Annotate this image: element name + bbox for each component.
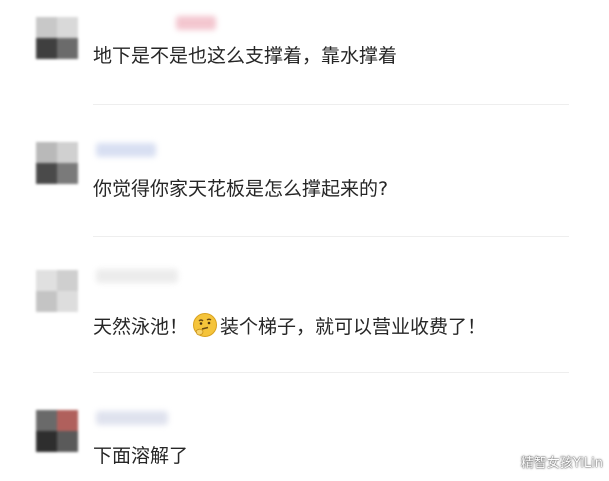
avatar[interactable] bbox=[36, 410, 78, 452]
comment-text: 下面溶解了 bbox=[93, 445, 189, 467]
username-blurred[interactable] bbox=[176, 16, 216, 30]
comment-text-before: 天然泳池！ bbox=[93, 316, 189, 338]
comment-text: 你觉得你家天花板是怎么撑起来的? bbox=[93, 178, 389, 200]
comment-text: 天然泳池！ 装个梯子，就可以营业收费了！ bbox=[93, 312, 486, 338]
username-blurred[interactable] bbox=[96, 269, 178, 283]
watermark: 精智女孩YiLin bbox=[520, 456, 603, 471]
username-blurred[interactable] bbox=[96, 411, 168, 425]
avatar[interactable] bbox=[36, 17, 78, 59]
username-blurred[interactable] bbox=[96, 143, 156, 157]
divider bbox=[93, 104, 569, 105]
comment-text: 地下是不是也这么支撑着，靠水撑着 bbox=[93, 45, 398, 67]
divider bbox=[93, 236, 569, 237]
divider bbox=[93, 372, 569, 373]
avatar[interactable] bbox=[36, 142, 78, 184]
comment-text-after: 装个梯子，就可以营业收费了！ bbox=[220, 316, 487, 338]
avatar[interactable] bbox=[36, 270, 78, 312]
thinking-face-icon bbox=[192, 312, 218, 338]
